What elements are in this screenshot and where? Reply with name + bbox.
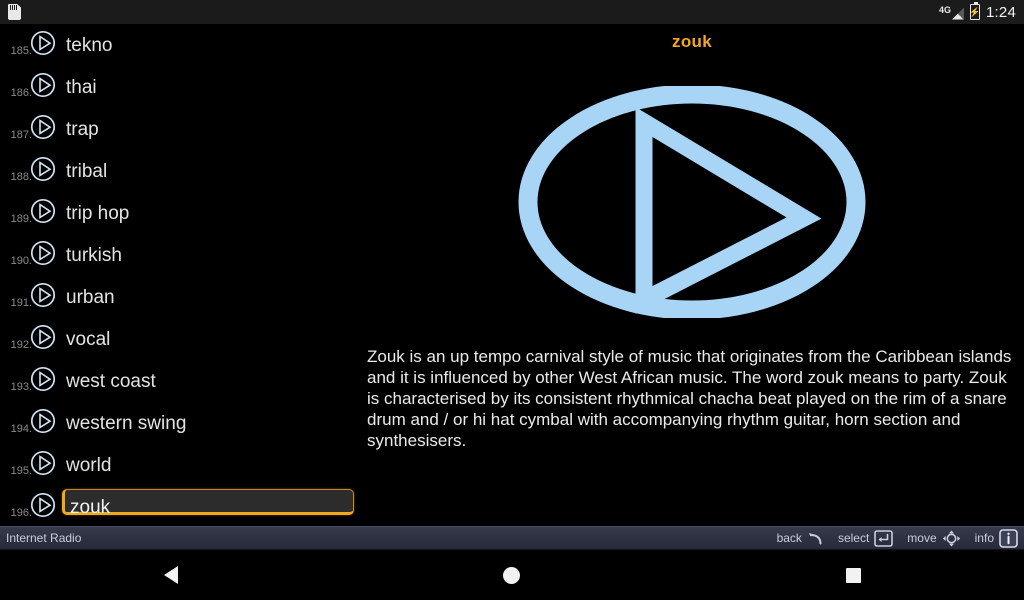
app-screen: 4G ⚡ 1:24 185. tekno 186. thai 187. trap 188. t…: [0, 0, 1024, 600]
status-bar-left: [8, 4, 939, 20]
list-item-index: 185.: [10, 45, 32, 57]
play-circle-icon: [30, 324, 56, 350]
list-item-label: zouk: [70, 496, 111, 518]
list-item-selected[interactable]: 196. zouk: [0, 486, 360, 526]
list-item-index: 193.: [10, 381, 32, 393]
softkey-hints: back select move info: [777, 528, 1018, 548]
enter-key-icon: [874, 529, 894, 547]
signal-bars-icon: [952, 7, 964, 20]
status-bar: 4G ⚡ 1:24: [0, 0, 1024, 24]
nav-recents-button[interactable]: [793, 550, 913, 600]
list-item-label: world: [66, 454, 112, 476]
play-circle-icon: [30, 198, 56, 224]
softkey-move[interactable]: move: [907, 530, 960, 547]
list-item-label: tribal: [66, 160, 108, 182]
softkey-move-label: move: [907, 531, 937, 545]
detail-title: zouk: [672, 32, 712, 51]
nav-back-button[interactable]: [111, 550, 231, 600]
list-item-index: 195.: [10, 465, 32, 477]
list-item-index: 187.: [10, 129, 32, 141]
play-circle-icon: [30, 30, 56, 56]
list-item-index: 188.: [10, 171, 32, 183]
list-item[interactable]: 195. world: [0, 444, 360, 486]
app-name-label: Internet Radio: [6, 531, 82, 545]
list-item[interactable]: 187. trap: [0, 108, 360, 150]
list-item-label: western swing: [66, 412, 187, 434]
nav-home-button[interactable]: [452, 550, 572, 600]
play-circle-logo-icon: [518, 86, 866, 318]
recents-square-icon: [845, 567, 861, 583]
softkey-info[interactable]: info: [974, 528, 1018, 548]
list-item-index: 189.: [10, 213, 32, 225]
genre-list[interactable]: 185. tekno 186. thai 187. trap 188. tribal 189. t…: [0, 24, 360, 526]
list-item[interactable]: 192. vocal: [0, 318, 360, 360]
list-item-index: 196.: [10, 507, 32, 519]
battery-charging-icon: ⚡: [969, 2, 981, 20]
play-circle-icon: [30, 156, 56, 182]
list-item-index: 191.: [10, 297, 32, 309]
android-nav-bar: [0, 550, 1024, 600]
softkey-back[interactable]: back: [777, 531, 824, 546]
list-item-label: trap: [66, 118, 99, 140]
list-item[interactable]: 190. turkish: [0, 234, 360, 276]
list-item-index: 190.: [10, 255, 32, 267]
play-circle-icon: [30, 72, 56, 98]
play-circle-icon: [30, 114, 56, 140]
softkey-bar: Internet Radio back select move info: [0, 526, 1024, 550]
list-item-label: thai: [66, 76, 97, 98]
list-item-label: tekno: [66, 34, 113, 56]
status-bar-clock: 1:24: [986, 3, 1016, 21]
list-item-index: 194.: [10, 423, 32, 435]
back-triangle-icon: [163, 566, 178, 584]
genre-detail-panel: zouk Zouk is an up tempo carnival style …: [360, 24, 1024, 526]
softkey-select[interactable]: select: [837, 529, 894, 547]
main-content: 185. tekno 186. thai 187. trap 188. tribal 189. t…: [0, 24, 1024, 526]
list-item[interactable]: 188. tribal: [0, 150, 360, 192]
list-item-label: west coast: [66, 370, 156, 392]
softkey-back-label: back: [776, 531, 802, 545]
list-item[interactable]: 185. tekno: [0, 24, 360, 66]
play-circle-logo: [360, 62, 1024, 342]
undo-arrow-icon: [807, 531, 824, 546]
play-circle-icon: [30, 282, 56, 308]
list-item[interactable]: 186. thai: [0, 66, 360, 108]
play-circle-icon: [30, 366, 56, 392]
charging-bolt-icon: ⚡: [969, 6, 981, 17]
genre-description: Zouk is an up tempo carnival style of mu…: [367, 347, 1012, 450]
sd-card-icon: [8, 4, 21, 20]
list-item[interactable]: 193. west coast: [0, 360, 360, 402]
play-circle-icon: [30, 408, 56, 434]
play-circle-icon: [30, 450, 56, 476]
list-item[interactable]: 189. trip hop: [0, 192, 360, 234]
play-circle-icon: [30, 492, 56, 518]
list-item-label: turkish: [66, 244, 122, 266]
home-circle-icon: [503, 566, 521, 584]
info-badge-icon: [999, 528, 1018, 548]
network-type-label: 4G: [938, 4, 951, 15]
list-item-index: 192.: [10, 339, 32, 351]
list-item-label: vocal: [66, 328, 111, 350]
list-item[interactable]: 194. western swing: [0, 402, 360, 444]
list-item-label: urban: [66, 286, 115, 308]
play-circle-icon: [30, 240, 56, 266]
network-signal-icon: 4G: [939, 5, 964, 20]
dpad-move-icon: [942, 530, 961, 547]
softkey-select-label: select: [837, 531, 870, 545]
softkey-info-label: info: [974, 531, 994, 545]
list-item-label: trip hop: [66, 202, 130, 224]
list-item[interactable]: 191. urban: [0, 276, 360, 318]
status-bar-right: 4G ⚡ 1:24: [939, 2, 1016, 21]
list-item-index: 186.: [10, 87, 32, 99]
